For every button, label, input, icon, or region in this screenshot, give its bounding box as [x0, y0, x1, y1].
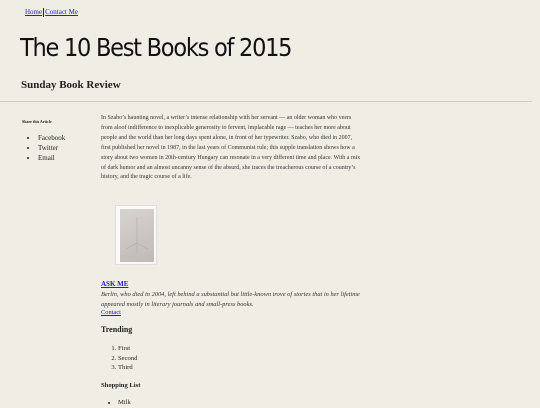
nav-divider: [43, 8, 45, 17]
ask-me-link[interactable]: ASK ME: [101, 280, 128, 288]
share-list: Facebook Twitter Email: [22, 133, 65, 163]
top-nav: Home Contact Me: [25, 8, 78, 17]
cover-figure-icon: [125, 217, 149, 253]
shopping-item: Milk: [118, 398, 131, 408]
header-divider: [0, 101, 532, 102]
shopping-list-heading: Shopping List: [101, 382, 141, 389]
share-heading: Share this Article: [22, 119, 52, 124]
trending-list: First Second Third: [101, 344, 137, 373]
page-title: The 10 Best Books of 2015: [20, 33, 292, 62]
trending-item: First: [118, 344, 137, 354]
book-cover-art: [120, 209, 154, 262]
contact-me-link[interactable]: Contact Me: [45, 8, 78, 16]
contact-link[interactable]: Contact: [101, 309, 121, 316]
share-item-email[interactable]: Email: [38, 153, 65, 163]
shopping-list: Milk: [101, 398, 131, 408]
share-item-facebook[interactable]: Facebook: [38, 133, 65, 143]
share-item-twitter[interactable]: Twitter: [38, 143, 65, 153]
trending-item: Second: [118, 354, 137, 364]
trending-heading: Trending: [101, 325, 133, 334]
book-cover-image: [115, 205, 157, 265]
page-subtitle: Sunday Book Review: [21, 79, 121, 91]
trending-item: Third: [118, 363, 137, 373]
home-link[interactable]: Home: [25, 8, 42, 16]
ask-me-body: Berlin, who died in 2004, left behind a …: [101, 291, 360, 308]
article-body: In Szabo’s haunting novel, a writer’s in…: [101, 115, 361, 181]
